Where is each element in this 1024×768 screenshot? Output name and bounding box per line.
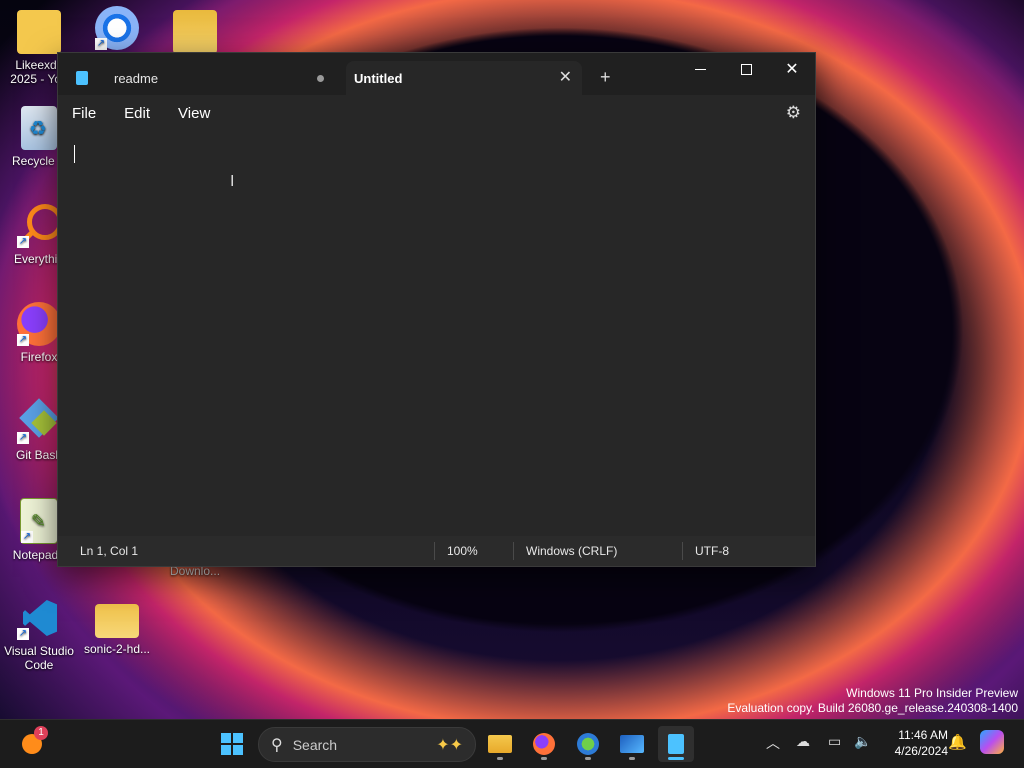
- recycle-bin-icon: ♻: [21, 106, 57, 150]
- taskbar-photo-app[interactable]: [614, 726, 650, 762]
- status-divider: [513, 542, 514, 560]
- notification-bell-icon[interactable]: 🔔: [948, 733, 967, 751]
- clock[interactable]: 11:46 AM 4/26/2024: [880, 727, 948, 759]
- volume-muted-icon[interactable]: 🔈: [854, 733, 871, 750]
- taskbar-file-explorer[interactable]: [482, 726, 518, 762]
- folder-icon: [95, 604, 139, 638]
- windows-logo-icon: [221, 733, 243, 755]
- desktop-icon-zip-folder[interactable]: [156, 10, 234, 58]
- copilot-icon[interactable]: [980, 730, 1004, 754]
- status-divider: [434, 542, 435, 560]
- shortcut-arrow-icon: ↗: [17, 334, 29, 346]
- tab-label: Untitled: [354, 70, 403, 86]
- taskbar-firefox[interactable]: [526, 726, 562, 762]
- tab-untitled[interactable]: Untitled ✕: [346, 61, 582, 95]
- taskbar: 1 ⚲ Search ✦✦ ︿ ☁ ▭ 🔈 11:46 AM 4/26/2024…: [0, 719, 1024, 768]
- folder-icon: [17, 10, 61, 54]
- notepad-icon: [668, 734, 684, 754]
- photos-icon: [620, 735, 644, 753]
- evaluation-watermark: Windows 11 Pro Insider Preview Evaluatio…: [727, 686, 1018, 716]
- notification-badge: 1: [34, 726, 48, 740]
- new-tab-icon[interactable]: +: [600, 67, 611, 88]
- desktop-icon-label: sonic-2-hd...: [83, 642, 151, 656]
- status-cursor-position: Ln 1, Col 1: [80, 544, 139, 558]
- desktop-icon-vscode[interactable]: ↗ Visual Studio Code: [0, 596, 78, 672]
- running-indicator: [585, 757, 591, 760]
- status-line-ending[interactable]: Windows (CRLF): [526, 544, 682, 558]
- title-bar[interactable]: readme Untitled ✕ + ✕: [58, 53, 815, 95]
- widgets-button[interactable]: 1: [14, 726, 50, 762]
- clock-date: 4/26/2024: [894, 744, 948, 758]
- running-indicator: [629, 757, 635, 760]
- desktop-icon-sonic-folder[interactable]: sonic-2-hd...: [78, 600, 156, 656]
- close-button[interactable]: ✕: [769, 53, 815, 85]
- taskbar-network-app[interactable]: [570, 726, 606, 762]
- running-indicator: [541, 757, 547, 760]
- maximize-icon: [740, 63, 752, 75]
- menu-edit[interactable]: Edit: [110, 105, 164, 122]
- everything-search-icon: ↗: [17, 204, 63, 248]
- display-network-icon[interactable]: ▭: [828, 733, 841, 750]
- shortcut-arrow-icon: ↗: [17, 432, 29, 444]
- copilot-sparkle-icon: ✦✦: [436, 736, 463, 754]
- globe-app-icon: [577, 733, 599, 755]
- taskbar-notepad[interactable]: [658, 726, 694, 762]
- taskbar-search-box[interactable]: ⚲ Search ✦✦: [258, 727, 476, 762]
- git-bash-icon: ↗: [17, 398, 61, 444]
- search-label: Search: [292, 736, 338, 753]
- chrome-icon: ↗: [95, 6, 139, 50]
- status-zoom[interactable]: 100%: [447, 544, 513, 558]
- close-icon: ✕: [785, 61, 799, 78]
- show-hidden-icons-chevron-icon[interactable]: ︿: [766, 733, 780, 753]
- i-beam-cursor-icon: I: [230, 173, 235, 190]
- menu-view[interactable]: View: [164, 105, 224, 122]
- vscode-icon: ↗: [17, 596, 61, 640]
- minimize-icon: [694, 68, 706, 70]
- file-explorer-icon: [488, 735, 512, 753]
- running-indicator: [497, 757, 503, 760]
- close-tab-icon[interactable]: ✕: [559, 67, 572, 87]
- tab-label: readme: [114, 70, 159, 86]
- maximize-button[interactable]: [723, 53, 769, 85]
- desktop-icon-label: Visual Studio Code: [4, 644, 74, 672]
- zip-folder-icon: [173, 10, 217, 54]
- text-caret: [74, 145, 75, 163]
- watermark-line-1: Windows 11 Pro Insider Preview: [846, 686, 1018, 700]
- shortcut-arrow-icon: ↗: [95, 38, 107, 50]
- status-divider: [682, 542, 683, 560]
- onedrive-offline-icon[interactable]: ☁: [796, 733, 810, 750]
- shortcut-arrow-icon: ↗: [21, 531, 33, 543]
- notepad-window: readme Untitled ✕ + ✕ File Edit View ⚙ I…: [57, 52, 816, 567]
- settings-gear-icon[interactable]: ⚙: [786, 103, 801, 123]
- shortcut-arrow-icon: ↗: [17, 236, 29, 248]
- clock-time: 11:46 AM: [898, 728, 948, 742]
- notepadpp-icon: ✎ ↗: [20, 498, 58, 544]
- start-button[interactable]: [214, 726, 250, 762]
- active-indicator: [668, 757, 684, 760]
- status-bar: Ln 1, Col 1 100% Windows (CRLF) UTF-8: [58, 536, 815, 566]
- tab-readme[interactable]: readme: [66, 61, 346, 95]
- desktop-icon-chrome[interactable]: ↗: [78, 6, 156, 54]
- status-encoding[interactable]: UTF-8: [695, 544, 729, 558]
- menu-file[interactable]: File: [58, 105, 110, 122]
- unsaved-dot-icon: [317, 75, 324, 82]
- text-editor-area[interactable]: I: [58, 131, 815, 536]
- menu-bar: File Edit View ⚙: [58, 95, 815, 131]
- minimize-button[interactable]: [677, 53, 723, 85]
- search-icon: ⚲: [271, 736, 283, 754]
- shortcut-arrow-icon: ↗: [17, 628, 29, 640]
- watermark-line-2: Evaluation copy. Build 26080.ge_release.…: [727, 701, 1018, 715]
- firefox-icon: ↗: [17, 302, 61, 346]
- firefox-icon: [533, 733, 555, 755]
